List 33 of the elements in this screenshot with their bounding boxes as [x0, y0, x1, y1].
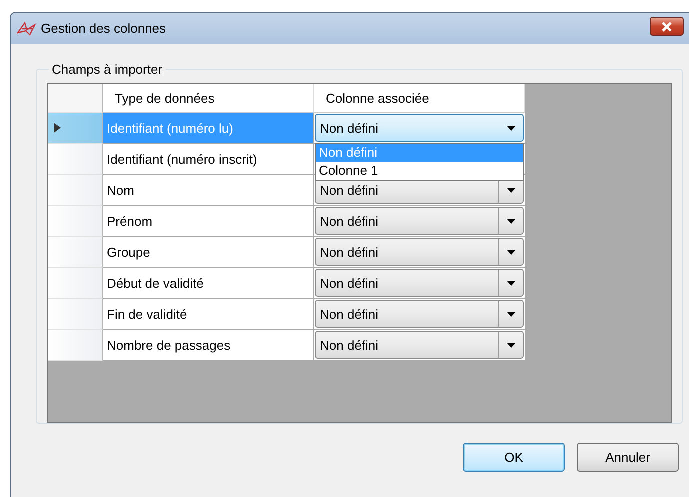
- table-cell: Identifiant (numéro inscrit): [103, 144, 314, 175]
- caret-icon: [506, 218, 516, 224]
- column-dropdown[interactable]: Non défini: [315, 238, 524, 266]
- caret-icon: [506, 250, 516, 254]
- dialog-button[interactable]: OK: [463, 443, 565, 472]
- corner-cell: [48, 84, 103, 113]
- current-row-icon: [54, 123, 61, 133]
- dialog-button[interactable]: Annuler: [577, 443, 679, 472]
- column-dropdown[interactable]: Non défini: [315, 114, 524, 142]
- caret-icon: [506, 126, 516, 130]
- group-title: Champs à importer: [51, 62, 164, 77]
- table-cell: Fin de validité: [103, 299, 314, 330]
- column-dropdown[interactable]: Non défini: [315, 207, 524, 235]
- row-header[interactable]: [48, 113, 103, 144]
- table-cell: Début de validité: [103, 268, 314, 299]
- close-button[interactable]: [650, 17, 684, 36]
- table-cell: Prénom: [103, 206, 314, 237]
- column-dropdown[interactable]: Non défini: [315, 269, 524, 297]
- table-cell: Nom: [103, 175, 314, 206]
- caret-icon: [506, 312, 516, 316]
- window-title: Gestion des colonnes: [41, 21, 166, 36]
- caret-icon: [506, 188, 516, 192]
- table-cell: Identifiant (numéro lu): [103, 113, 314, 144]
- app-icon: [17, 20, 37, 36]
- table-cell: Nombre de passages: [103, 330, 314, 361]
- table-cell: Groupe: [103, 237, 314, 268]
- close-icon: [661, 22, 673, 32]
- caret-icon: [506, 280, 516, 286]
- caret-icon: [506, 342, 516, 348]
- column-header[interactable]: Type de données: [103, 84, 314, 113]
- column-dropdown[interactable]: Non défini: [315, 331, 524, 359]
- column-dropdown[interactable]: Non défini: [315, 300, 524, 328]
- column-header[interactable]: Colonne associée: [314, 84, 525, 113]
